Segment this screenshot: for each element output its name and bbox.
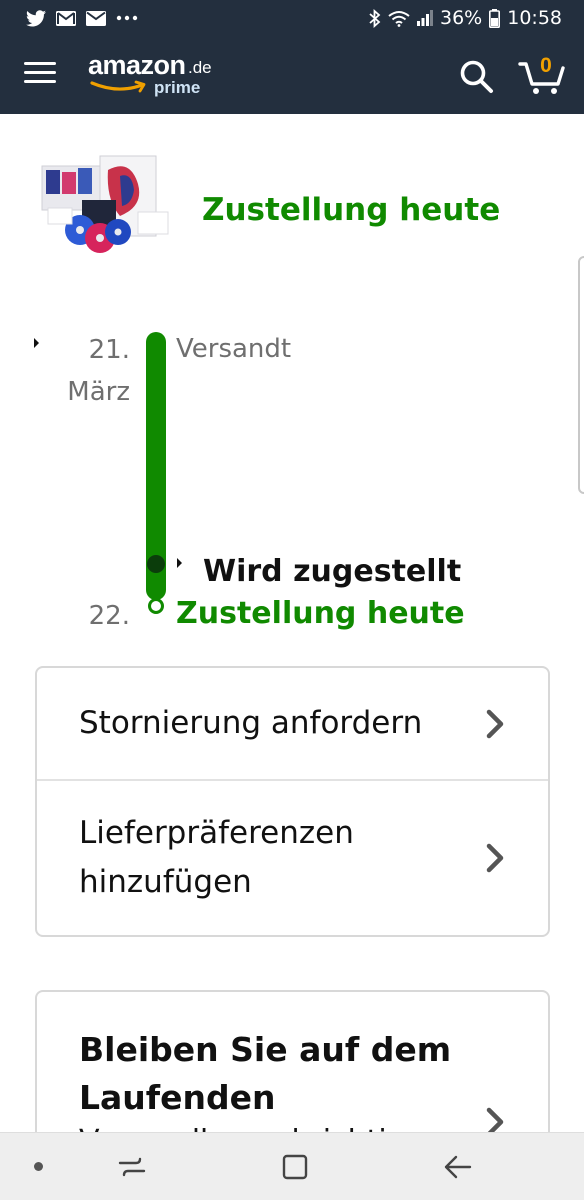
stay-updated-title: Bleiben Sie auf dem Laufenden	[79, 1026, 479, 1122]
status-right: 36% 10:58	[369, 7, 562, 29]
add-delivery-preferences-row[interactable]: Lieferpräferenzen hinzufügen	[37, 779, 548, 935]
add-delivery-preferences-label: Lieferpräferenzen hinzufügen	[79, 809, 354, 907]
timeline-date-month: März	[67, 377, 130, 407]
label-line: hinzufügen	[79, 864, 252, 900]
label-line: Lieferpräferenzen	[79, 815, 354, 851]
recent-apps-icon[interactable]	[116, 1151, 148, 1183]
twitter-icon	[26, 9, 46, 27]
app-header: amazon .de prime 0	[0, 36, 584, 114]
back-icon[interactable]	[442, 1151, 474, 1183]
hamburger-menu-icon[interactable]	[24, 62, 56, 88]
timeline-status-current: Wird zugestellt	[203, 554, 462, 589]
timeline-status-shipped: Versandt	[176, 334, 292, 364]
cart-icon[interactable]: 0	[518, 54, 566, 96]
email-icon	[86, 10, 106, 26]
nav-dot-icon	[34, 1162, 43, 1171]
amazon-prime-logo[interactable]: amazon .de prime	[88, 50, 228, 102]
product-image[interactable]	[34, 152, 174, 270]
order-actions-card: Stornierung anfordern Lieferpräferenzen …	[35, 666, 550, 937]
logo-prime: prime	[154, 78, 201, 97]
signal-icon	[417, 10, 433, 26]
title-line: Bleiben Sie auf dem	[79, 1030, 452, 1069]
request-cancellation-label: Stornierung anfordern	[79, 705, 423, 741]
timeline-current-dot	[147, 555, 165, 573]
gmail-icon	[56, 10, 76, 26]
status-left	[26, 9, 138, 27]
amazon-smile-icon	[90, 80, 146, 93]
bluetooth-icon	[369, 8, 381, 28]
timeline-date-day: 21.	[88, 335, 130, 365]
timeline-status-delivery: Zustellung heute	[176, 596, 465, 631]
caret-right-icon	[177, 558, 182, 568]
timeline-date-day: 22.	[88, 601, 130, 631]
system-nav-bar	[0, 1132, 584, 1200]
logo-word: amazon	[88, 50, 186, 80]
timeline-end-dot	[148, 598, 164, 614]
more-dots-icon	[116, 15, 138, 21]
status-bar: 36% 10:58	[0, 0, 584, 36]
home-icon[interactable]	[280, 1151, 310, 1183]
clock: 10:58	[507, 7, 562, 29]
edge-panel-handle[interactable]	[578, 256, 584, 494]
request-cancellation-row[interactable]: Stornierung anfordern	[37, 668, 548, 779]
wifi-icon	[388, 10, 410, 27]
cart-count: 0	[540, 54, 552, 77]
battery-icon	[489, 8, 501, 28]
chevron-right-icon	[486, 843, 504, 873]
screen: 36% 10:58 amazon .de prime 0 Zustellung …	[0, 0, 584, 1200]
logo-tld: .de	[188, 58, 212, 77]
search-icon[interactable]	[458, 58, 494, 94]
delivery-headline: Zustellung heute	[202, 192, 501, 228]
chevron-right-icon	[486, 709, 504, 738]
title-line: Laufenden	[79, 1078, 276, 1117]
battery-percent: 36%	[440, 7, 483, 29]
